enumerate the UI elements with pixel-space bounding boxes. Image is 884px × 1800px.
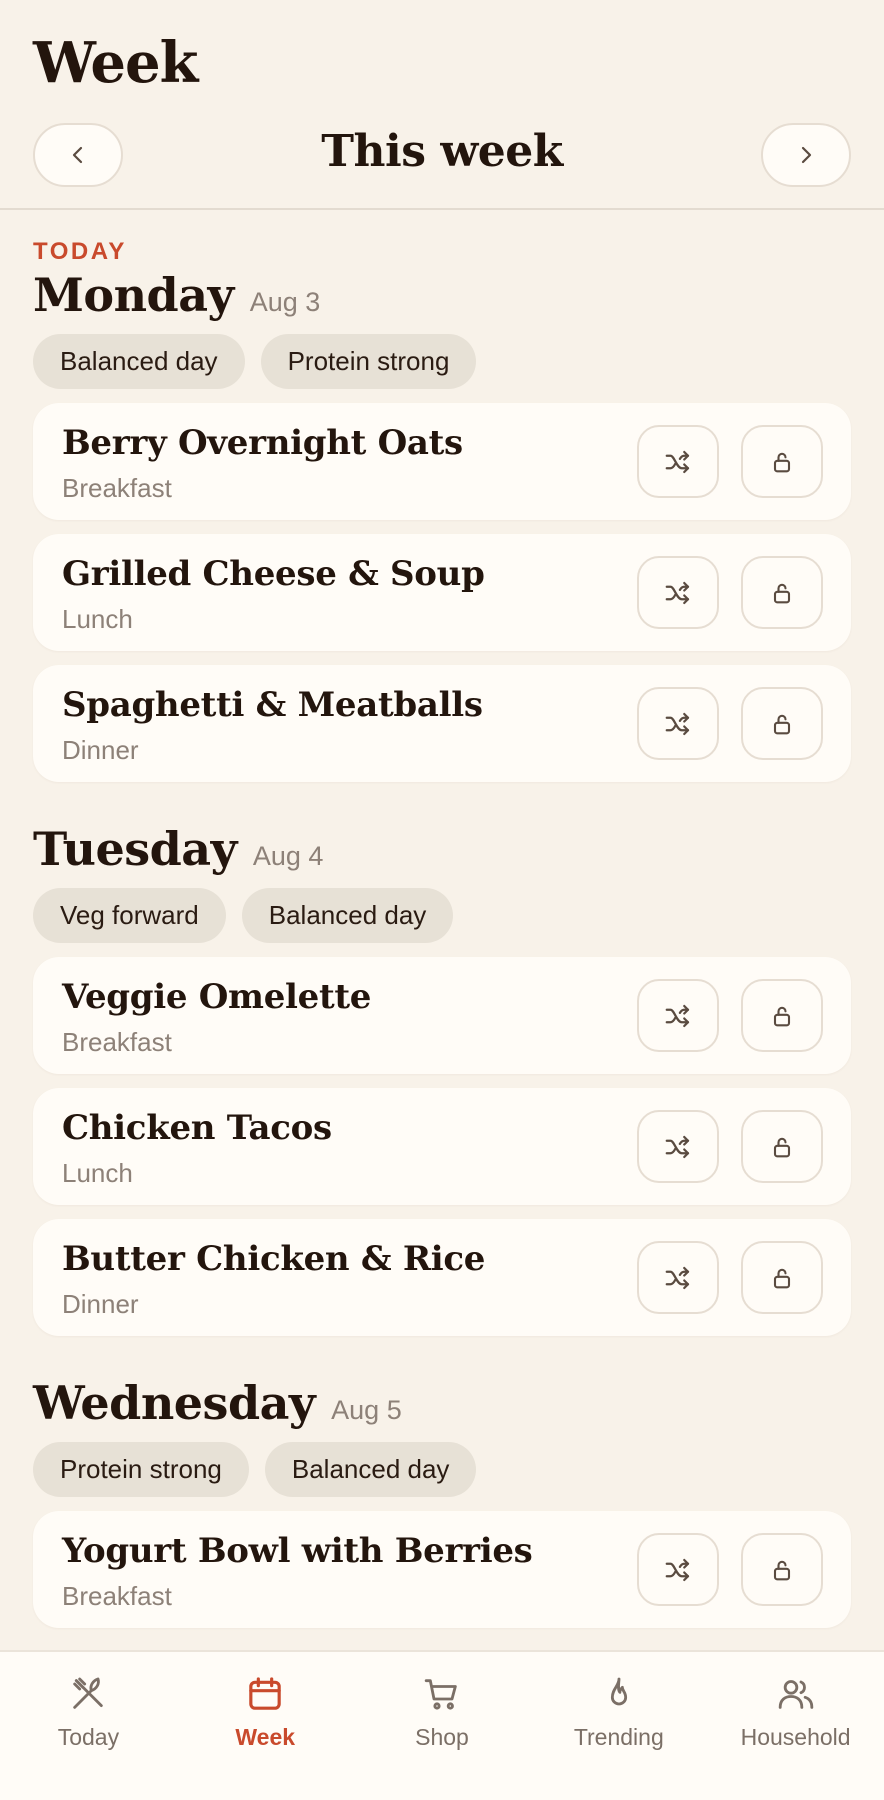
- header: Week This week: [0, 0, 884, 210]
- lock-meal-button[interactable]: [741, 1241, 823, 1314]
- shuffle-icon: [665, 1266, 690, 1289]
- cart-icon: [424, 1679, 457, 1710]
- lock-meal-button[interactable]: [741, 687, 823, 760]
- calendar-icon: [249, 1677, 281, 1710]
- day-date: Aug 4: [252, 841, 324, 871]
- lock-meal-button[interactable]: [741, 425, 823, 498]
- meal-card[interactable]: Spaghetti & Meatballs Dinner: [33, 665, 851, 782]
- meal-type: Dinner: [62, 735, 139, 765]
- tab-today[interactable]: Today: [0, 1652, 177, 1800]
- meal-type: Dinner: [62, 1289, 139, 1319]
- day-name: Monday: [33, 268, 234, 322]
- utensils-icon: [73, 1677, 104, 1709]
- lock-meal-button[interactable]: [741, 1110, 823, 1183]
- day-tag-chip: Veg forward: [33, 888, 226, 943]
- shuffle-icon: [665, 1135, 690, 1158]
- meal-card[interactable]: Grilled Cheese & Soup Lunch: [33, 534, 851, 651]
- day-header: Monday Aug 3: [33, 268, 851, 322]
- tab-label: Trending: [573, 1724, 664, 1750]
- day-date: Aug 5: [331, 1395, 402, 1425]
- flame-icon: [610, 1677, 627, 1706]
- day-header: Wednesday Aug 5: [33, 1376, 851, 1430]
- next-week-button[interactable]: [761, 123, 851, 187]
- lock-meal-button[interactable]: [741, 556, 823, 629]
- day-wednesday: Wednesday Aug 5 Protein strong Balanced …: [0, 1376, 884, 1628]
- day-name: Tuesday: [33, 822, 237, 876]
- day-spacer: [0, 796, 884, 820]
- meal-card[interactable]: Chicken Tacos Lunch: [33, 1088, 851, 1205]
- shuffle-icon: [665, 1558, 690, 1581]
- day-tuesday: Tuesday Aug 4 Veg forward Balanced day V…: [0, 822, 884, 1336]
- chevron-right-icon: [801, 146, 812, 164]
- day-spacer: [0, 1350, 884, 1374]
- shuffle-icon: [665, 712, 690, 735]
- tab-label: Week: [235, 1724, 296, 1750]
- unlock-icon: [773, 1006, 791, 1026]
- today-tag: TODAY: [33, 238, 127, 265]
- lock-meal-button[interactable]: [741, 979, 823, 1052]
- shuffle-meal-button[interactable]: [637, 1241, 719, 1314]
- day-tags: Veg forward Balanced day: [33, 888, 851, 943]
- meal-name: Berry Overnight Oats: [62, 423, 463, 463]
- shuffle-meal-button[interactable]: [637, 687, 719, 760]
- day-tags: Balanced day Protein strong: [33, 334, 851, 389]
- shuffle-icon: [665, 581, 690, 604]
- shuffle-meal-button[interactable]: [637, 979, 719, 1052]
- people-icon: [778, 1680, 813, 1709]
- meal-type: Lunch: [62, 604, 133, 634]
- day-tag-chip: Protein strong: [33, 1442, 249, 1497]
- meal-name: Butter Chicken & Rice: [62, 1239, 486, 1279]
- day-tag-chip: Balanced day: [264, 1442, 477, 1497]
- meal-card[interactable]: Yogurt Bowl with Berries Breakfast: [33, 1511, 851, 1628]
- shuffle-meal-button[interactable]: [637, 1110, 719, 1183]
- meal-type: Lunch: [62, 1158, 133, 1188]
- bottom-tab-bar: Today Week Shop Trending Household: [0, 1650, 884, 1800]
- day-tag-chip: Protein strong: [260, 334, 477, 389]
- unlock-icon: [773, 714, 791, 734]
- tab-week[interactable]: Week: [177, 1652, 354, 1800]
- shuffle-meal-button[interactable]: [637, 556, 719, 629]
- tab-trending[interactable]: Trending: [530, 1652, 707, 1800]
- tab-label: Household: [740, 1724, 851, 1750]
- unlock-icon: [773, 1560, 791, 1580]
- unlock-icon: [773, 1137, 791, 1157]
- unlock-icon: [773, 1268, 791, 1288]
- week-label: This week: [321, 126, 563, 177]
- meal-name: Veggie Omelette: [62, 977, 372, 1017]
- meal-card[interactable]: Veggie Omelette Breakfast: [33, 957, 851, 1074]
- meal-type: Breakfast: [62, 1581, 172, 1611]
- day-date: Aug 3: [249, 287, 321, 317]
- day-tag-chip: Balanced day: [33, 334, 245, 389]
- meal-name: Grilled Cheese & Soup: [62, 554, 485, 594]
- lock-meal-button[interactable]: [741, 1533, 823, 1606]
- shuffle-icon: [665, 1004, 690, 1027]
- shuffle-meal-button[interactable]: [637, 1533, 719, 1606]
- unlock-icon: [773, 452, 791, 472]
- tab-label: Shop: [415, 1724, 469, 1750]
- unlock-icon: [773, 583, 791, 603]
- shuffle-meal-button[interactable]: [637, 425, 719, 498]
- meal-card[interactable]: Berry Overnight Oats Breakfast: [33, 403, 851, 520]
- tab-label: Today: [57, 1724, 120, 1750]
- tab-household[interactable]: Household: [707, 1652, 884, 1800]
- day-header: Tuesday Aug 4: [33, 822, 851, 876]
- meal-name: Yogurt Bowl with Berries: [62, 1531, 533, 1571]
- meal-name: Chicken Tacos: [62, 1108, 332, 1148]
- day-monday: TODAY Monday Aug 3 Balanced day Protein …: [0, 238, 884, 782]
- tab-shop[interactable]: Shop: [354, 1652, 531, 1800]
- page-title: Week: [33, 30, 198, 96]
- day-tag-chip: Balanced day: [241, 888, 454, 943]
- week-list: TODAY Monday Aug 3 Balanced day Protein …: [0, 212, 884, 1642]
- meal-type: Breakfast: [62, 1027, 172, 1057]
- meal-type: Breakfast: [62, 473, 172, 503]
- meal-name: Spaghetti & Meatballs: [62, 685, 483, 725]
- meal-card[interactable]: Butter Chicken & Rice Dinner: [33, 1219, 851, 1336]
- day-tags: Protein strong Balanced day: [33, 1442, 851, 1497]
- day-name: Wednesday: [33, 1376, 316, 1430]
- shuffle-icon: [665, 450, 690, 473]
